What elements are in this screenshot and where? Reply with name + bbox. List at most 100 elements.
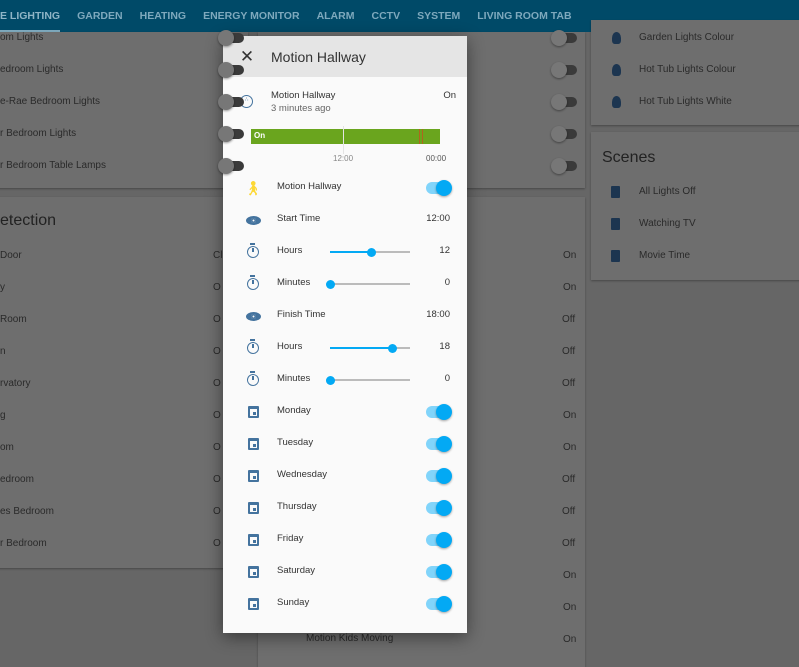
sensor-name: rvatory [0, 378, 31, 389]
scene-icon [611, 250, 620, 262]
history-bar-label: On [254, 131, 266, 140]
slider[interactable] [330, 247, 410, 257]
sensor-state: O [213, 346, 221, 357]
entity-state: On [443, 90, 456, 101]
walk-icon: 🚶︎ [244, 179, 262, 196]
tab-5[interactable]: CCTV [371, 0, 400, 32]
entity-last-changed: 3 minutes ago [271, 103, 331, 114]
detection-title: etection [0, 212, 57, 229]
sensor-state: O [213, 442, 221, 453]
toggle-switch[interactable] [426, 563, 452, 580]
bulb-icon [612, 96, 621, 108]
dialog-row: Tuesday [223, 428, 467, 460]
light-row-name: e-Rae Bedroom Lights [0, 96, 101, 107]
row-label: Sunday [277, 597, 310, 608]
tab-3[interactable]: ENERGY MONITOR [203, 0, 299, 32]
dialog-row: 🚶︎ Motion Hallway [223, 172, 467, 204]
dialog-row: Sunday [223, 588, 467, 620]
light-toggle[interactable] [551, 94, 577, 110]
sensor-state: Off [562, 346, 576, 357]
light-toggle[interactable] [218, 30, 244, 46]
row-value: 12:00 [426, 213, 450, 224]
sensor-name: om [0, 442, 14, 453]
row-value: 12 [439, 245, 450, 256]
eye-icon [245, 212, 261, 228]
tab-4[interactable]: ALARM [317, 0, 355, 32]
scene-item[interactable]: Movie Time [639, 246, 690, 266]
toggle-switch[interactable] [426, 531, 452, 548]
toggle-switch[interactable] [426, 435, 452, 452]
toggle-switch[interactable] [426, 179, 452, 196]
slider-handle[interactable] [367, 247, 377, 257]
row-value: 0 [444, 373, 450, 384]
sensor-state: O [213, 282, 221, 293]
slider[interactable] [330, 343, 410, 353]
scene-item[interactable]: Watching TV [639, 214, 696, 234]
dialog-row: Friday [223, 524, 467, 556]
dialog-row: Minutes 0 [223, 364, 467, 396]
sensor-name: Room [0, 314, 27, 325]
toggle-switch[interactable] [426, 467, 452, 484]
history-bar[interactable]: On [251, 129, 440, 144]
row-label: Finish Time [277, 309, 326, 320]
slider-handle[interactable] [387, 343, 397, 353]
sensor-name: g [0, 410, 6, 421]
garden-light-name[interactable]: Hot Tub Lights Colour [639, 60, 736, 80]
history-off-mark [422, 129, 423, 144]
light-toggle[interactable] [218, 94, 244, 110]
row-label: Minutes [277, 373, 311, 384]
light-row-name: edroom Lights [0, 64, 64, 75]
garden-light-name[interactable]: Hot Tub Lights White [639, 92, 732, 112]
row-value: 0 [444, 277, 450, 288]
light-toggle[interactable] [218, 62, 244, 78]
sensor-state: O [213, 538, 221, 549]
scenes-title: Scenes [602, 149, 656, 166]
eye-icon [245, 308, 261, 324]
light-row-name: om Lights [0, 32, 44, 43]
tab-6[interactable]: SYSTEM [417, 0, 460, 32]
scene-item[interactable]: All Lights Off [639, 182, 696, 202]
toggle-switch[interactable] [426, 499, 452, 516]
sensor-name: n [0, 346, 6, 357]
dialog-row: Minutes 0 [223, 268, 467, 300]
tab-2[interactable]: HEATING [140, 0, 186, 32]
sensor-state: Off [562, 474, 576, 485]
light-toggle[interactable] [218, 126, 244, 142]
bulb-icon [612, 32, 621, 44]
toggle-switch[interactable] [426, 595, 452, 612]
toggle-switch[interactable] [426, 403, 452, 420]
scene-icon [611, 186, 620, 198]
tab-1[interactable]: GARDEN [77, 0, 123, 32]
sensor-state: Off [562, 314, 576, 325]
motion-kids-moving-state: On [563, 634, 577, 645]
sensor-state: On [563, 250, 577, 261]
light-toggle[interactable] [551, 126, 577, 142]
light-toggle[interactable] [551, 30, 577, 46]
sensor-name: Door [0, 250, 22, 261]
sensor-state: O [213, 378, 221, 389]
row-value: 18:00 [426, 309, 450, 320]
sensor-state: Off [562, 378, 576, 389]
slider-handle[interactable] [325, 279, 335, 289]
sensor-state: O [213, 314, 221, 325]
tab-7[interactable]: LIVING ROOM TAB [477, 0, 571, 32]
light-toggle[interactable] [551, 158, 577, 174]
slider[interactable] [325, 375, 410, 385]
dialog-row: Finish Time 18:00 [223, 300, 467, 332]
dialog-row: Thursday [223, 492, 467, 524]
dialog-title: Motion Hallway [271, 48, 366, 65]
garden-light-name[interactable]: Garden Lights Colour [639, 28, 734, 48]
sensor-state: On [563, 282, 577, 293]
slider-handle[interactable] [325, 375, 335, 385]
row-label: Friday [277, 533, 304, 544]
row-label: Thursday [277, 501, 317, 512]
light-toggle[interactable] [551, 62, 577, 78]
slider[interactable] [325, 279, 410, 289]
timer-icon [245, 339, 261, 356]
sensor-state: On [563, 410, 577, 421]
light-row-name: r Bedroom Table Lamps [0, 160, 106, 171]
calendar-icon [245, 596, 261, 612]
light-toggle[interactable] [218, 158, 244, 174]
dialog-row: Hours 18 [223, 332, 467, 364]
calendar-icon [245, 532, 261, 548]
